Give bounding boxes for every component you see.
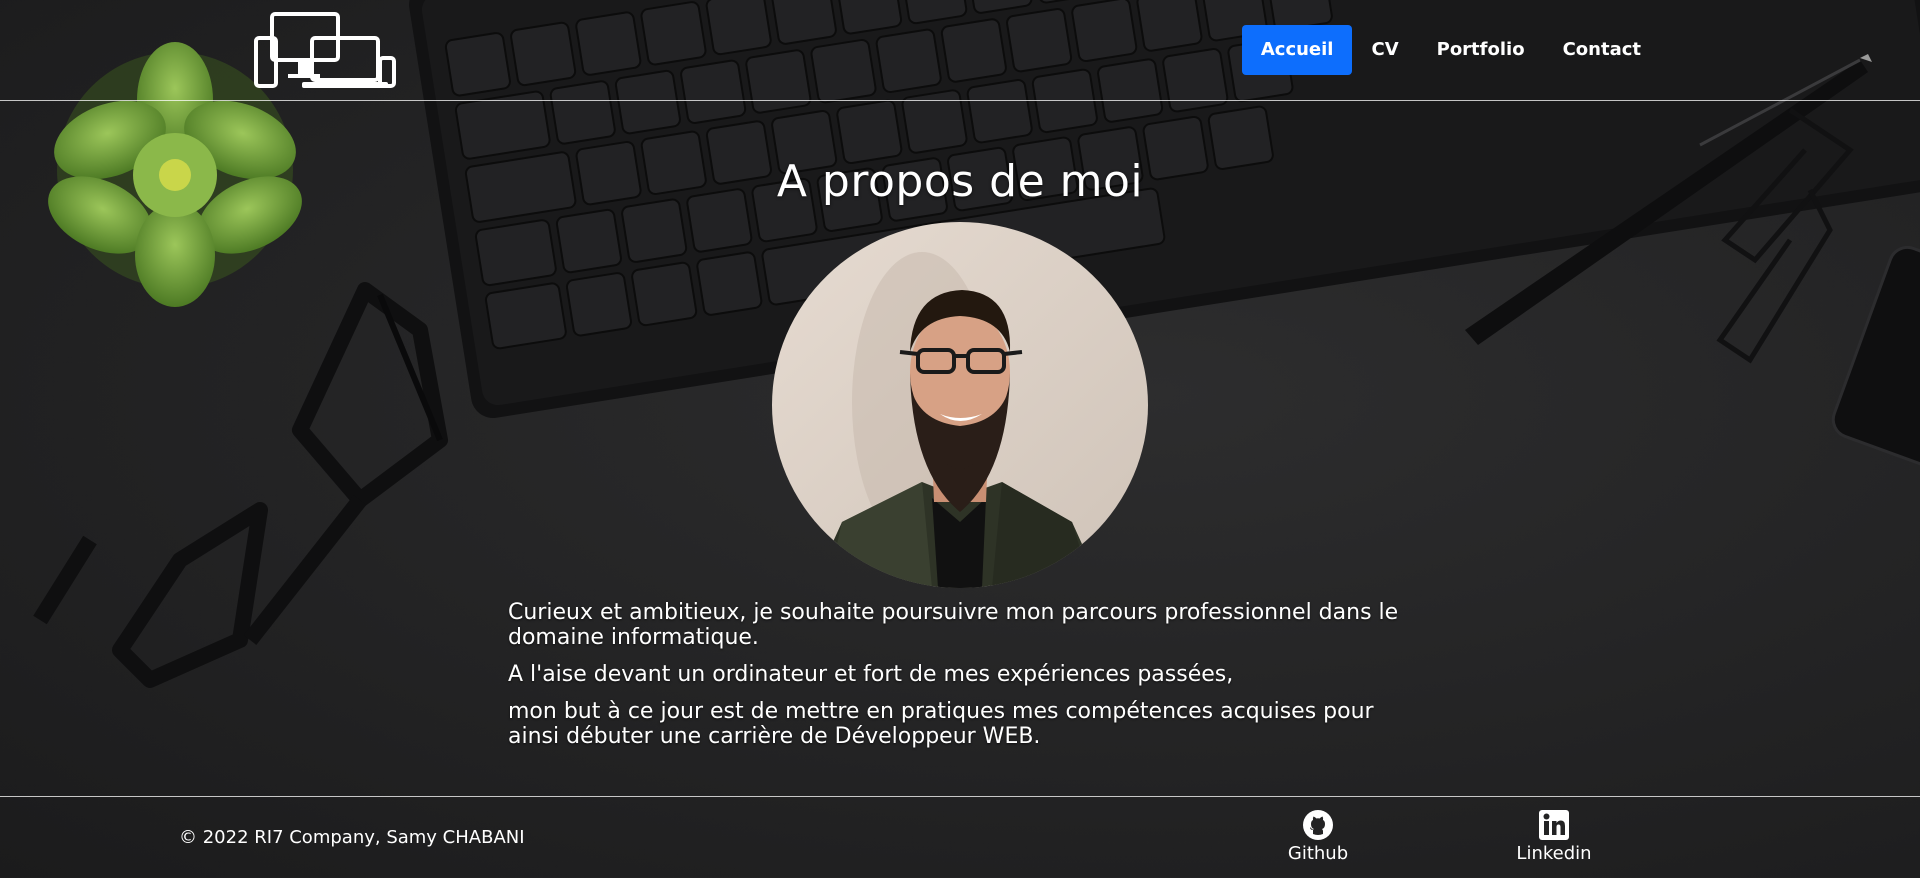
nav-link-portfolio[interactable]: Portfolio	[1418, 25, 1544, 75]
linkedin-link[interactable]: Linkedin	[1499, 809, 1609, 864]
github-icon	[1303, 810, 1333, 840]
devices-icon[interactable]	[254, 12, 398, 90]
about-paragraph: A l'aise devant un ordinateur et fort de…	[508, 662, 1234, 687]
nav-link-contact[interactable]: Contact	[1544, 25, 1660, 75]
site-header: Accueil CV Portfolio Contact	[0, 0, 1920, 101]
main-nav: Accueil CV Portfolio Contact	[1241, 25, 1660, 75]
phone-illustration	[1831, 245, 1920, 475]
about-paragraph: mon but à ce jour est de mettre en prati…	[508, 699, 1374, 749]
site-footer: © 2022 RI7 Company, Samy CHABANI Github …	[0, 796, 1920, 878]
glasses-illustration	[33, 282, 448, 688]
github-label: Github	[1287, 843, 1349, 864]
about-text: Curieux et ambitieux, je souhaite poursu…	[508, 600, 1408, 761]
copyright-text: © 2022 RI7 Company, Samy CHABANI	[179, 827, 525, 848]
nav-link-cv[interactable]: CV	[1352, 25, 1417, 75]
nav-link-accueil[interactable]: Accueil	[1241, 25, 1353, 75]
about-paragraph: Curieux et ambitieux, je souhaite poursu…	[508, 600, 1399, 650]
linkedin-icon	[1539, 810, 1569, 840]
linkedin-label: Linkedin	[1516, 843, 1592, 864]
page-title: A propos de moi	[776, 156, 1144, 207]
profile-photo	[772, 222, 1148, 588]
github-link[interactable]: Github	[1263, 809, 1373, 864]
